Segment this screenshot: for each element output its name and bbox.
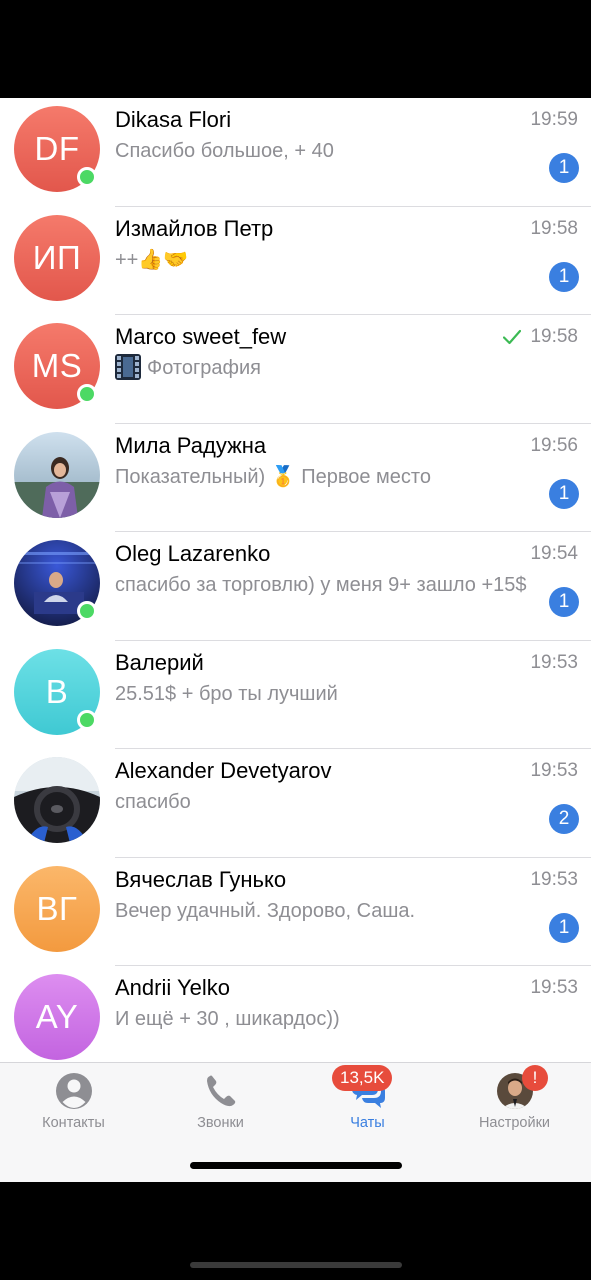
photo-avatar-image [14, 431, 100, 518]
chat-name: Dikasa Flori [115, 107, 232, 132]
chats-unread-badge: 13,5K [332, 1065, 393, 1091]
avatar-initials: ВГ [36, 889, 78, 927]
photo-avatar-image [14, 757, 100, 843]
chat-preview: ++👍🤝 [115, 248, 189, 271]
tab-bar: Контакты Звонки 13,5K Чаты ! Настройки [0, 1062, 591, 1182]
chat-row[interactable]: Alexander Devetyarov 19:53 спасибо 2 [0, 749, 591, 858]
tab-chats[interactable]: 13,5K Чаты [294, 1063, 441, 1143]
unread-badge: 1 [549, 153, 579, 183]
chat-row[interactable]: ИП Измайлов Петр 19:58 ++👍🤝 1 [0, 207, 591, 315]
unread-badge: 2 [549, 804, 579, 834]
chat-time: 19:56 [530, 434, 578, 456]
chat-preview: И ещё + 30 , шикардос)) [115, 1008, 340, 1030]
chat-time: 19:59 [530, 109, 578, 130]
chat-preview: Спасибо большое, + 40 [115, 140, 334, 162]
avatar-initials: ИП [32, 238, 82, 276]
status-area [0, 0, 591, 98]
avatar-initials: MS [31, 347, 83, 384]
settings-alert-badge: ! [522, 1065, 548, 1091]
unread-badge: 1 [549, 261, 579, 292]
chat-row[interactable]: ВГ Вячеслав Гунько 19:53 Вечер удачный. … [0, 858, 591, 966]
avatar: AY [14, 974, 100, 1060]
tab-label: Чаты [350, 1115, 385, 1131]
bottom-area [0, 1182, 591, 1280]
chat-preview: спасибо [115, 791, 191, 813]
photo-thumbnail-icon [115, 354, 141, 381]
tab-contacts[interactable]: Контакты [0, 1063, 147, 1143]
chat-name: Мила Радужна [115, 432, 267, 458]
online-indicator [77, 167, 97, 187]
avatar: ВГ [14, 865, 100, 952]
avatar-initials: AY [35, 998, 79, 1035]
chat-name: Andrii Yelko [115, 975, 230, 1000]
chat-time: 19:54 [530, 543, 578, 564]
system-bar [190, 1262, 402, 1268]
tab-settings[interactable]: ! Настройки [441, 1063, 588, 1143]
chat-name: Alexander Devetyarov [115, 758, 332, 783]
chat-row[interactable]: DF Dikasa Flori 19:59 Спасибо большое, +… [0, 98, 591, 207]
chat-row[interactable]: Мила Радужна 19:56 Показательный) 🥇 Перв… [0, 424, 591, 532]
unread-badge: 1 [549, 912, 579, 943]
avatar-initials: В [45, 672, 69, 710]
chat-preview: спасибо за торговлю) у меня 9+ зашло +15… [115, 574, 527, 596]
unread-badge: 1 [549, 478, 579, 509]
chat-preview-text: Фотография [147, 357, 261, 379]
avatar: ИП [14, 214, 100, 301]
unread-badge: 1 [549, 587, 579, 617]
avatar-initials: DF [34, 130, 80, 167]
tab-label: Контакты [42, 1115, 105, 1131]
chat-time: 19:53 [530, 651, 578, 673]
phone-icon [206, 1075, 235, 1107]
chat-row[interactable]: MS Marco sweet_few 19:58 Фотография [0, 315, 591, 424]
chat-preview: Фотография [115, 354, 535, 382]
telegram-screen: DF Dikasa Flori 19:59 Спасибо большое, +… [0, 98, 591, 1182]
online-indicator [77, 384, 97, 404]
chat-preview: Показательный) 🥇 Первое место [115, 465, 431, 488]
chat-row[interactable]: В Валерий 19:53 25.51$ + бро ты лучший [0, 641, 591, 749]
contacts-icon [55, 1073, 92, 1109]
tab-label: Настройки [478, 1115, 551, 1131]
chat-time: 19:53 [530, 760, 578, 781]
tab-calls[interactable]: Звонки [147, 1063, 294, 1143]
online-indicator [77, 709, 97, 730]
tab-label: Звонки [197, 1115, 244, 1131]
chat-preview: Вечер удачный. Здорово, Саша. [115, 899, 416, 922]
home-indicator [190, 1162, 402, 1169]
chat-time: 19:58 [530, 326, 578, 347]
chat-name: Измайлов Петр [115, 215, 274, 241]
chat-row[interactable]: AY Andrii Yelko 19:53 И ещё + 30 , шикар… [0, 966, 591, 1062]
chat-row[interactable]: Oleg Lazarenko 19:54 спасибо за торговлю… [0, 532, 591, 641]
online-indicator [77, 601, 97, 621]
chat-time: 19:53 [530, 977, 578, 998]
chat-name: Вячеслав Гунько [115, 866, 287, 892]
chat-list[interactable]: DF Dikasa Flori 19:59 Спасибо большое, +… [0, 98, 591, 1062]
chat-time: 19:58 [530, 217, 578, 239]
chat-time: 19:53 [530, 868, 578, 890]
photo-avatar [14, 431, 100, 518]
chat-name: Валерий [115, 649, 204, 675]
read-check-icon [503, 329, 521, 345]
chat-name: Marco sweet_few [115, 324, 287, 349]
photo-avatar [14, 757, 100, 843]
chat-preview: 25.51$ + бро ты лучший [115, 682, 338, 705]
chat-name: Oleg Lazarenko [115, 541, 271, 566]
